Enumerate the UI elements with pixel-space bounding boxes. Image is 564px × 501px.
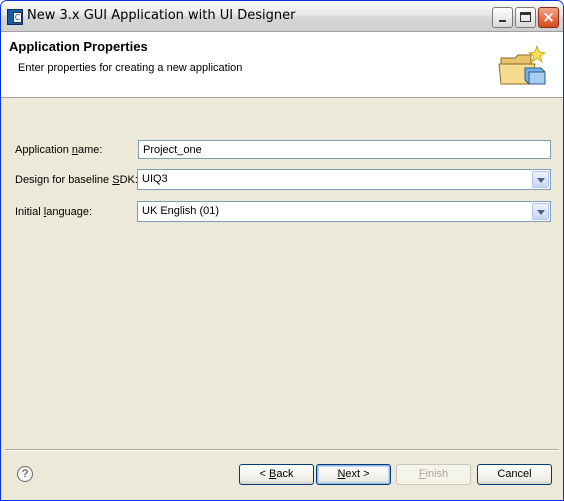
title-bar[interactable]: C New 3.x GUI Application with UI Design… bbox=[1, 1, 563, 32]
minimize-icon bbox=[499, 20, 506, 22]
sdk-select[interactable]: UIQ3 bbox=[137, 169, 551, 190]
app-icon-glyph: C bbox=[13, 12, 22, 23]
sdk-select-value: UIQ3 bbox=[142, 173, 168, 185]
footer-separator bbox=[5, 449, 559, 451]
language-label: Initial language: bbox=[15, 206, 93, 218]
language-dropdown-button[interactable] bbox=[532, 203, 549, 220]
help-icon[interactable]: ? bbox=[17, 466, 33, 482]
maximize-button[interactable] bbox=[515, 7, 536, 28]
next-button[interactable]: Next > bbox=[316, 464, 391, 485]
app-icon[interactable]: C bbox=[7, 9, 23, 25]
wizard-header: Application Properties Enter properties … bbox=[1, 32, 563, 98]
dialog-window: C New 3.x GUI Application with UI Design… bbox=[0, 0, 564, 501]
new-folder-wizard-icon bbox=[498, 44, 547, 85]
chevron-down-icon bbox=[537, 178, 545, 183]
back-button[interactable]: < Back bbox=[239, 464, 314, 485]
minimize-button[interactable] bbox=[492, 7, 513, 28]
app-name-label: Application name: bbox=[15, 144, 103, 156]
window-title: New 3.x GUI Application with UI Designer bbox=[27, 8, 296, 23]
page-description: Enter properties for creating a new appl… bbox=[18, 62, 243, 74]
close-button[interactable]: × bbox=[538, 7, 559, 28]
chevron-down-icon bbox=[537, 210, 545, 215]
sdk-dropdown-button[interactable] bbox=[532, 171, 549, 188]
finish-button[interactable]: Finish bbox=[396, 464, 471, 485]
cancel-button[interactable]: Cancel bbox=[477, 464, 552, 485]
language-select-value: UK English (01) bbox=[142, 205, 220, 217]
app-name-input[interactable] bbox=[138, 140, 551, 159]
language-select[interactable]: UK English (01) bbox=[137, 201, 551, 222]
page-title: Application Properties bbox=[9, 39, 148, 54]
close-icon: × bbox=[542, 8, 555, 26]
maximize-icon bbox=[520, 12, 531, 22]
sdk-label: Design for baseline SDK: bbox=[15, 174, 138, 186]
